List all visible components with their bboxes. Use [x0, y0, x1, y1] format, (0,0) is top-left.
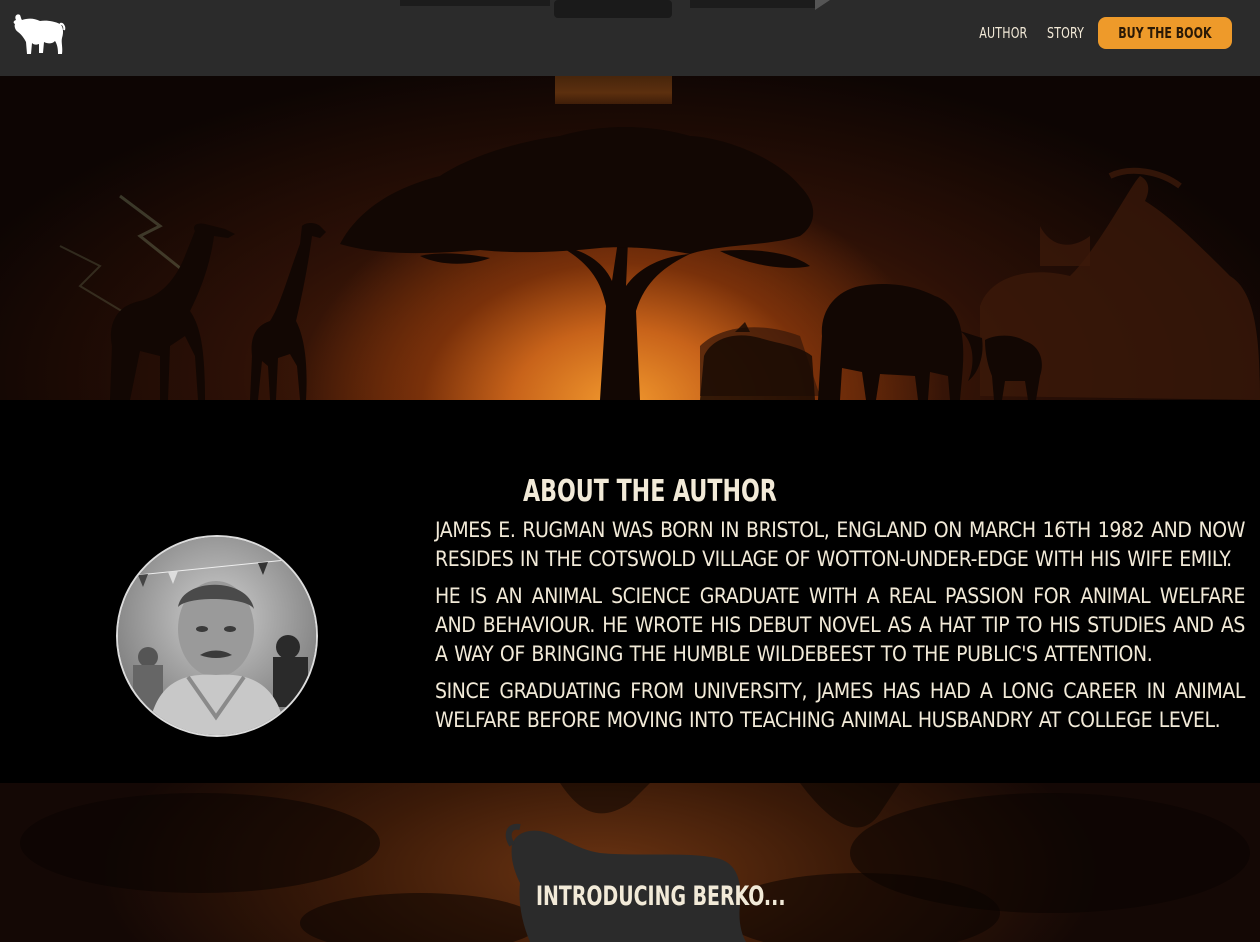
top-navbar: Author Story Buy the book: [0, 0, 1260, 76]
nav-link-story[interactable]: Story: [1047, 17, 1084, 49]
book-cover-peek: [555, 76, 672, 104]
story-section: Introducing Berko...: [0, 783, 1260, 942]
buy-the-book-button[interactable]: Buy the book: [1098, 17, 1232, 49]
savanna-hero-banner: [0, 76, 1260, 400]
bio-paragraph: He is an animal science graduate with a …: [435, 584, 1245, 666]
author-photo-avatar: [116, 535, 318, 737]
bio-paragraph: James E. Rugman was born in Bristol, Eng…: [435, 518, 1245, 571]
bio-paragraph: Since graduating from university, James …: [435, 679, 1245, 732]
about-author-title: About the author: [523, 474, 777, 509]
story-title: Introducing Berko...: [536, 881, 786, 912]
wildebeest-logo-icon[interactable]: [12, 12, 66, 56]
book-top-shadow: [400, 0, 830, 18]
author-bio: James E. Rugman was born in Bristol, Eng…: [435, 516, 1245, 743]
savanna-silhouettes-image: [59, 127, 1260, 400]
nav-links: Author Story Buy the book: [974, 17, 1232, 49]
about-author-section: About the author: [0, 400, 1260, 783]
story-background-image: [20, 783, 1250, 942]
nav-link-author[interactable]: Author: [980, 17, 1028, 49]
buy-the-book-label: Buy the book: [1118, 24, 1212, 42]
